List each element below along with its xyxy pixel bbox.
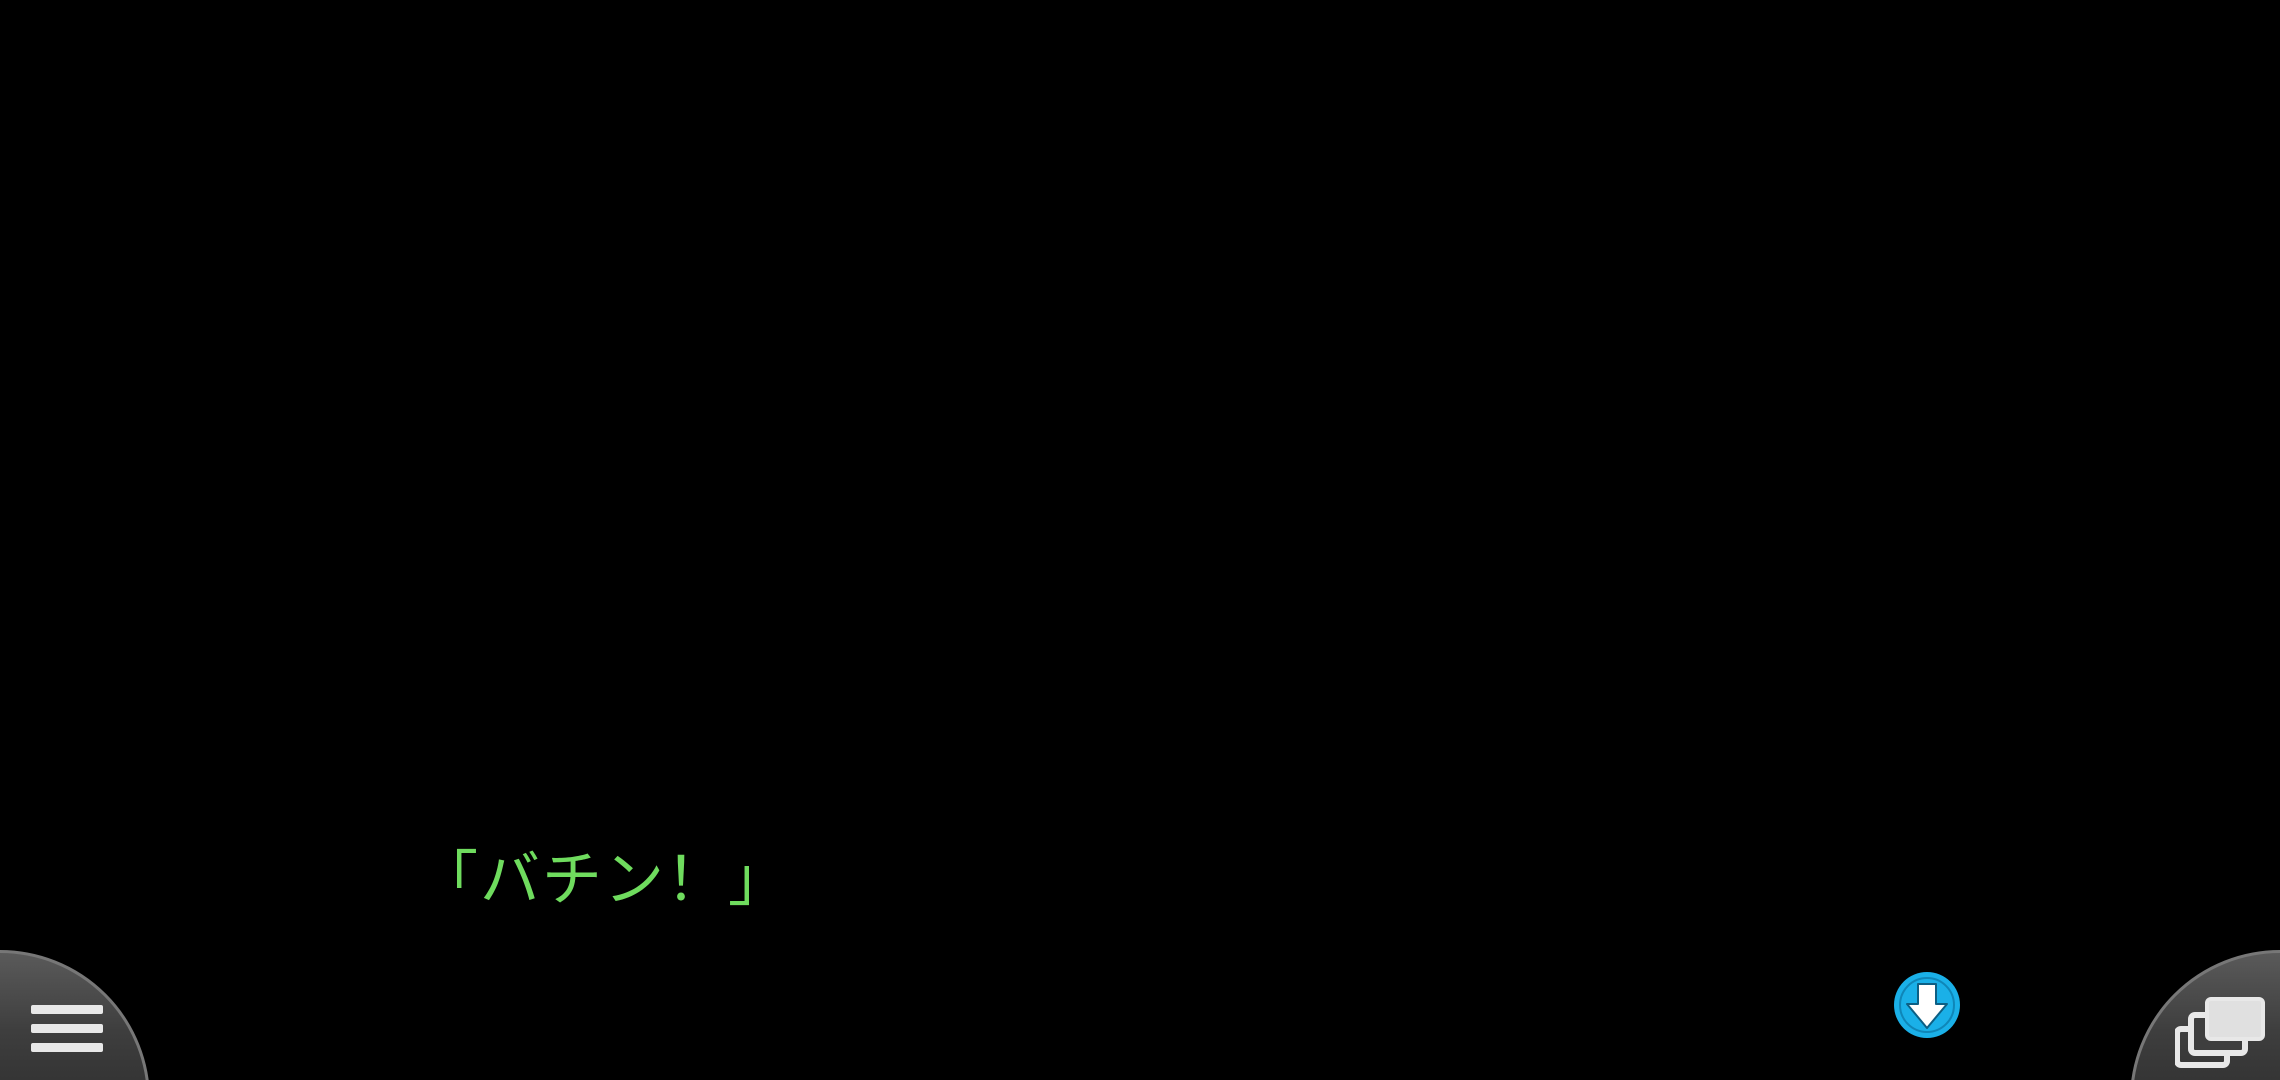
advance-button[interactable] [1892, 970, 1962, 1040]
stacked-windows-icon [2175, 997, 2265, 1068]
game-scene[interactable]: 「バチン！」 [0, 0, 2280, 1080]
down-arrow-circle-icon [1894, 972, 1960, 1038]
hamburger-menu-icon [31, 1005, 103, 1053]
backlog-button[interactable] [2130, 950, 2280, 1080]
menu-button[interactable] [0, 950, 150, 1080]
dialogue-text: 「バチン！」 [418, 845, 790, 915]
